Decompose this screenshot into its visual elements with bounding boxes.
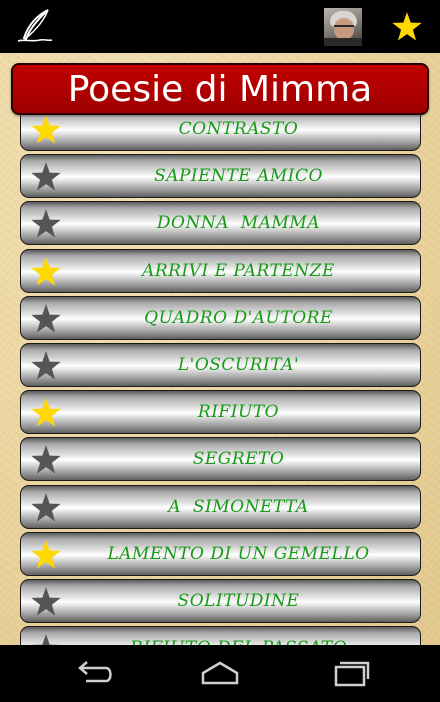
page-title: Poesie di Mimma <box>67 68 373 110</box>
avatar-shoulders <box>324 38 362 46</box>
poem-row[interactable]: RIFIUTO <box>20 390 421 435</box>
poem-row[interactable]: L'OSCURITA' <box>20 343 421 387</box>
favorites-star-icon[interactable] <box>390 10 424 44</box>
poem-list-area: CONTRASTO SAPIENTE AMICO DONNA MAMMA ARRIVI… <box>0 53 440 645</box>
poem-title: SOLITUDINE <box>177 591 300 611</box>
poem-title: ARRIVI E PARTENZE <box>142 260 335 281</box>
back-icon[interactable] <box>72 659 116 689</box>
poem-title: QUADRO D'AUTORE <box>144 307 333 328</box>
star-empty-icon[interactable] <box>29 632 63 645</box>
poem-title: SAPIENTE AMICO <box>154 166 323 187</box>
star-filled-icon[interactable] <box>29 113 63 147</box>
recent-apps-icon[interactable] <box>328 659 372 689</box>
poem-list: CONTRASTO SAPIENTE AMICO DONNA MAMMA ARRIVI… <box>20 53 421 645</box>
star-empty-icon[interactable] <box>29 349 63 383</box>
action-bar <box>0 0 440 53</box>
poem-title: L'OSCURITA' <box>177 355 300 375</box>
home-icon[interactable] <box>198 659 242 689</box>
star-empty-icon[interactable] <box>29 491 63 525</box>
poem-row[interactable]: ARRIVI E PARTENZE <box>20 248 421 293</box>
poem-row[interactable]: DONNA MAMMA <box>20 201 421 246</box>
poem-title: DONNA MAMMA <box>156 213 321 234</box>
poem-row[interactable]: RIFIUTO DEL PASSATO <box>20 626 421 645</box>
poem-row[interactable]: QUADRO D'AUTORE <box>20 295 421 340</box>
star-empty-icon[interactable] <box>29 160 63 194</box>
system-nav-bar <box>0 645 440 702</box>
star-empty-icon[interactable] <box>29 207 63 241</box>
quill-pen-icon[interactable] <box>14 8 54 46</box>
star-empty-icon[interactable] <box>29 443 63 477</box>
poem-title: A SIMONETTA <box>168 496 309 517</box>
poem-title: RIFIUTO <box>197 402 280 423</box>
poem-row[interactable]: SAPIENTE AMICO <box>20 154 421 199</box>
star-filled-icon[interactable] <box>29 255 63 289</box>
star-empty-icon[interactable] <box>29 302 63 336</box>
poem-row[interactable]: SEGRETO <box>20 437 421 482</box>
star-filled-icon[interactable] <box>29 396 63 430</box>
title-banner: Poesie di Mimma <box>11 63 429 115</box>
poem-title: LAMENTO DI UN GEMELLO <box>107 543 370 564</box>
avatar-glasses <box>334 25 354 32</box>
poem-title: RIFIUTO DEL PASSATO <box>67 627 410 645</box>
star-filled-icon[interactable] <box>29 538 63 572</box>
poem-row[interactable]: LAMENTO DI UN GEMELLO <box>20 531 421 576</box>
author-avatar[interactable] <box>324 8 362 46</box>
star-empty-icon[interactable] <box>29 585 63 619</box>
poem-row[interactable]: SOLITUDINE <box>20 579 421 623</box>
poem-title: SEGRETO <box>192 449 285 470</box>
poem-row[interactable]: A SIMONETTA <box>20 484 421 529</box>
